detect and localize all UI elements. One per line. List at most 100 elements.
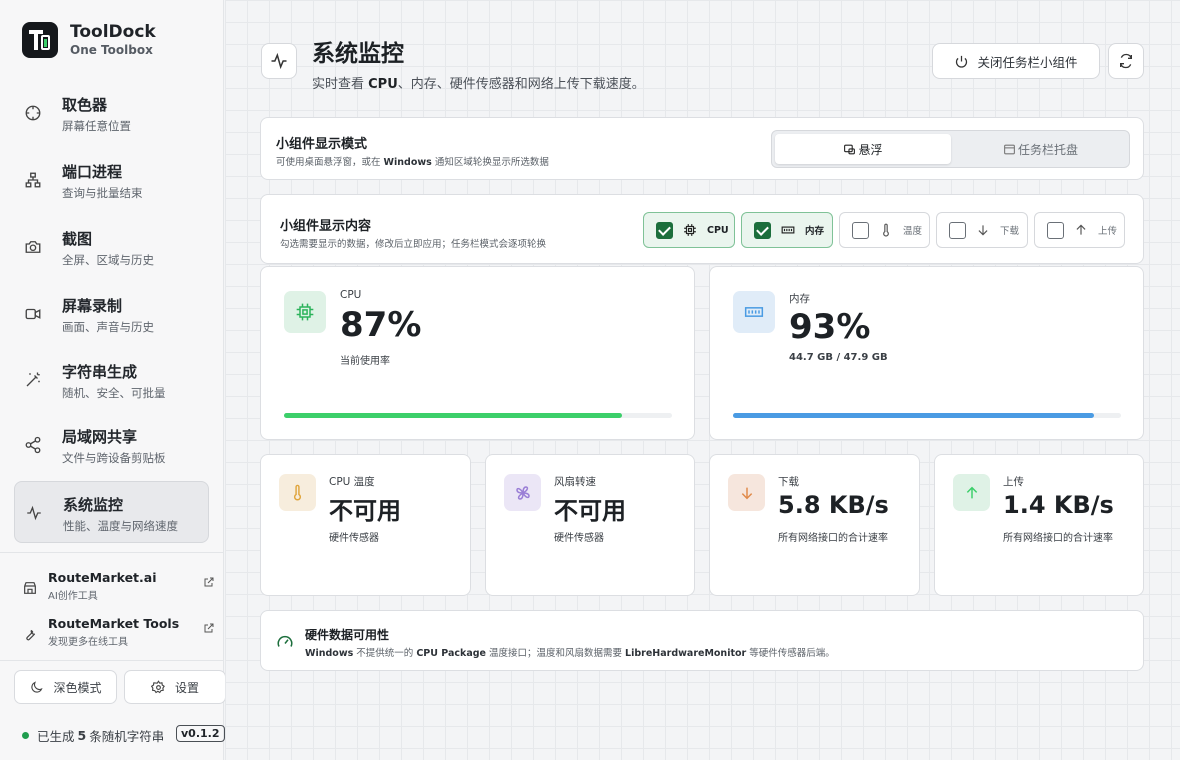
page-title: 系统监控: [312, 41, 404, 67]
sidebar-item-subtitle: 随机、安全、可批量: [62, 386, 166, 400]
thermometer-icon: [293, 484, 302, 501]
cpu-progress-fill: [284, 413, 622, 418]
download-note: 所有网络接口的合计速率: [778, 533, 888, 544]
content-option-memory[interactable]: 内存: [741, 212, 833, 248]
status-dot-icon: [22, 732, 29, 739]
content-option-label: 内存: [805, 226, 825, 237]
checkbox[interactable]: [656, 221, 673, 239]
download-icon-box: [728, 474, 765, 511]
checkbox[interactable]: [852, 221, 869, 239]
sidebar-item-lan-share[interactable]: 局域网共享 文件与跨设备剪贴板: [14, 414, 209, 476]
checkbox[interactable]: [949, 221, 966, 239]
tooldock-logo-icon: [22, 22, 58, 58]
hardware-availability-card: 硬件数据可用性 Windows 不提供统一的 CPU Package 温度接口；…: [260, 610, 1144, 671]
sidebar-divider: [0, 552, 224, 553]
widget-content-title: 小组件显示内容: [280, 219, 372, 234]
cpu-stat-note: 当前使用率: [340, 356, 390, 367]
brand-name: ToolDock: [70, 22, 156, 42]
version-badge: v0.1.2: [176, 725, 225, 742]
memory-icon: [781, 226, 795, 234]
mode-option-label: 悬浮: [858, 142, 883, 157]
share-icon: [25, 436, 41, 454]
cpu-icon: [296, 303, 314, 321]
mode-option-floating[interactable]: 悬浮: [775, 134, 951, 164]
crosshair-icon: [25, 105, 41, 121]
refresh-button[interactable]: [1108, 43, 1144, 79]
sidebar-item-subtitle: 屏幕任意位置: [62, 119, 131, 133]
memory-stat-label: 内存: [789, 293, 810, 305]
cpu-temp-value: 不可用: [329, 497, 401, 525]
sidebar-item-string-generator[interactable]: 字符串生成 随机、安全、可批量: [14, 349, 209, 411]
dark-mode-label: 深色模式: [53, 680, 102, 695]
wrench-icon: [26, 629, 36, 641]
memory-stat-note: 44.7 GB / 47.9 GB: [789, 352, 888, 363]
arrow-down-icon: [978, 225, 988, 236]
page-icon: [261, 43, 297, 79]
upload-stat-card: 上传 1.4 KB/s 所有网络接口的合计速率: [934, 454, 1144, 596]
cpu-temp-stat-card: CPU 温度 不可用 硬件传感器: [260, 454, 471, 596]
sidebar-item-title: 取色器: [62, 96, 108, 114]
memory-icon: [744, 307, 764, 317]
download-value: 5.8 KB/s: [778, 491, 889, 519]
upload-value: 1.4 KB/s: [1003, 491, 1114, 519]
sidebar: ToolDock One Toolbox 取色器 屏幕任意位置 端口进程 查询与…: [0, 0, 226, 760]
widget-mode-title: 小组件显示模式: [276, 137, 368, 152]
content-option-upload[interactable]: 上传: [1034, 212, 1125, 248]
sidebar-item-system-monitor[interactable]: 系统监控 性能、温度与网络速度: [14, 481, 209, 543]
cpu-stat-card: CPU 87% 当前使用率: [260, 266, 695, 440]
upload-note: 所有网络接口的合计速率: [1003, 533, 1113, 544]
cpu-temp-icon-box: [279, 474, 316, 511]
sidebar-item-screen-record[interactable]: 屏幕录制 画面、声音与历史: [14, 283, 209, 345]
settings-button[interactable]: 设置: [124, 670, 226, 704]
memory-stat-icon-box: [733, 291, 775, 333]
settings-label: 设置: [174, 680, 199, 695]
magic-wand-icon: [26, 372, 40, 387]
video-icon: [25, 308, 41, 320]
gear-icon: [150, 679, 165, 693]
cpu-stat-icon-box: [284, 291, 326, 333]
gauge-icon: [277, 635, 293, 647]
download-label: 下载: [778, 476, 799, 488]
arrow-up-icon: [1076, 224, 1086, 235]
cpu-progress-bar: [284, 413, 672, 418]
moon-icon: [31, 680, 44, 693]
sidebar-item-subtitle: 文件与跨设备剪贴板: [62, 451, 166, 465]
cpu-temp-note: 硬件传感器: [329, 533, 379, 544]
widget-content-desc: 勾选需要显示的数据，修改后立即应用；任务栏模式会逐项轮换: [280, 239, 547, 250]
store-icon: [24, 582, 36, 594]
activity-icon: [27, 505, 41, 521]
dark-mode-button[interactable]: 深色模式: [14, 670, 117, 704]
content-option-cpu[interactable]: CPU: [643, 212, 735, 248]
fan-speed-note: 硬件传感器: [554, 533, 604, 544]
close-taskbar-widget-button[interactable]: 关闭任务栏小组件: [932, 43, 1100, 79]
sidebar-item-screenshot[interactable]: 截图 全屏、区域与历史: [14, 216, 209, 278]
external-link-icon: [204, 623, 214, 633]
refresh-icon: [1120, 53, 1132, 69]
availability-desc: Windows 不提供统一的 CPU Package 温度接口；温度和风扇数据需…: [305, 648, 835, 659]
arrow-down-icon: [741, 487, 752, 499]
sidebar-item-port-process[interactable]: 端口进程 查询与批量结束: [14, 149, 209, 211]
power-icon: [956, 55, 968, 68]
content-option-label: CPU: [707, 224, 729, 236]
download-stat-card: 下载 5.8 KB/s 所有网络接口的合计速率: [709, 454, 920, 596]
memory-progress-fill: [733, 413, 1094, 418]
content-option-download[interactable]: 下载: [936, 212, 1028, 248]
content-option-temperature[interactable]: 温度: [839, 212, 930, 248]
fan-icon: [515, 485, 530, 500]
routemarket-ai-link[interactable]: RouteMarket.ai AI创作工具: [14, 568, 219, 608]
link-subtitle: AI创作工具: [48, 591, 98, 602]
page-subtitle: 实时查看 CPU、内存、硬件传感器和网络上传下载速度。: [312, 77, 645, 92]
checkbox[interactable]: [1047, 221, 1064, 239]
checkbox[interactable]: [754, 221, 771, 239]
widget-mode-desc: 可使用桌面悬浮窗，或在 Windows 通知区域轮换显示所选数据: [276, 157, 549, 168]
network-icon: [25, 172, 41, 188]
link-title: RouteMarket.ai: [48, 570, 157, 585]
sidebar-item-title: 端口进程: [62, 163, 123, 181]
sidebar-item-color-picker[interactable]: 取色器 屏幕任意位置: [14, 82, 209, 144]
sidebar-item-subtitle: 全屏、区域与历史: [62, 253, 154, 267]
thermometer-icon: [883, 223, 889, 237]
status-count: 5: [77, 728, 87, 743]
routemarket-tools-link[interactable]: RouteMarket Tools 发现更多在线工具: [14, 614, 219, 654]
mode-option-tray[interactable]: 任务栏托盘: [953, 134, 1128, 164]
availability-title: 硬件数据可用性: [305, 628, 390, 642]
